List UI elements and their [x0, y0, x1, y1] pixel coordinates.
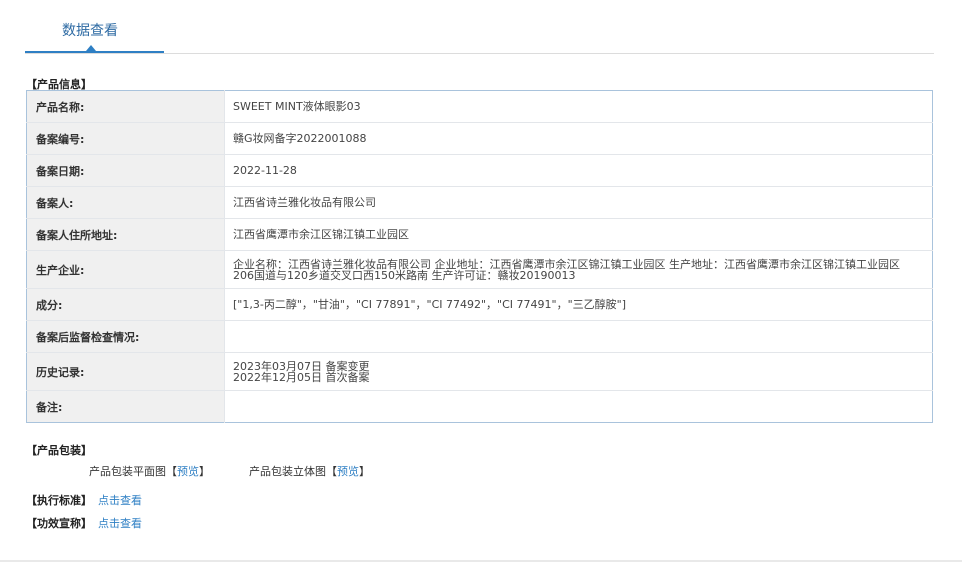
field-value-line: 2022-11-28	[233, 164, 297, 177]
field-value-line: 2023年03月07日 备案变更	[233, 359, 370, 373]
tab-active-indicator-icon	[86, 45, 96, 51]
table-row: 备案编号: 赣G妆网备字2022001088	[26, 122, 933, 155]
table-row: 产品名称: SWEET MINT液体眼影03	[26, 90, 933, 123]
field-value: 企业名称：江西省诗兰雅化妆品有限公司 企业地址：江西省鹰潭市余江区锦江镇工业园区…	[224, 250, 933, 289]
product-info-table: 产品名称: SWEET MINT液体眼影03 备案编号: 赣G妆网备字20220010…	[26, 90, 933, 423]
field-label: 备案日期:	[26, 154, 225, 187]
package-flat-row: 产品包装平面图【预览】	[89, 465, 210, 478]
field-label: 产品名称:	[26, 90, 225, 123]
field-label: 备注:	[26, 390, 225, 423]
section-title-product-package: 【产品包装】	[26, 444, 92, 457]
table-row: 备案后监督检查情况:	[26, 320, 933, 353]
table-row: 生产企业: 企业名称：江西省诗兰雅化妆品有限公司 企业地址：江西省鹰潭市余江区锦江…	[26, 250, 933, 289]
efficacy-view-link[interactable]: 点击查看	[98, 517, 142, 530]
field-label: 备案编号:	[26, 122, 225, 155]
field-label: 生产企业:	[26, 250, 225, 289]
field-value: ["1,3-丙二醇"，"甘油"，"CI 77891"，"CI 77492"，"C…	[224, 288, 933, 321]
table-row: 历史记录: 2023年03月07日 备案变更 2022年12月05日 首次备案	[26, 352, 933, 391]
field-label: 历史记录:	[26, 352, 225, 391]
table-row: 备案日期: 2022-11-28	[26, 154, 933, 187]
field-value: SWEET MINT液体眼影03	[225, 91, 933, 123]
standard-row: 【执行标准】 点击查看	[26, 492, 142, 508]
field-value-line: 206国道与120乡道交叉口西150米路南 生产许可证：赣妆20190013	[233, 268, 576, 282]
field-value: 赣G妆网备字2022001088	[224, 122, 933, 155]
standard-view-link[interactable]: 点击查看	[98, 494, 142, 507]
table-row: 成分: ["1,3-丙二醇"，"甘油"，"CI 77891"，"CI 77492"…	[26, 288, 933, 321]
table-row: 备案人住所地址: 江西省鹰潭市余江区锦江镇工业园区	[26, 218, 933, 251]
field-value-line: 江西省鹰潭市余江区锦江镇工业园区	[233, 228, 409, 241]
table-row: 备案人: 江西省诗兰雅化妆品有限公司	[26, 186, 933, 219]
field-value: 江西省诗兰雅化妆品有限公司	[224, 186, 933, 219]
field-label: 备案人住所地址:	[26, 218, 225, 251]
field-value-line: 江西省诗兰雅化妆品有限公司	[233, 196, 376, 209]
package-flat-label: 产品包装平面图	[89, 465, 166, 478]
field-value	[224, 320, 933, 353]
field-label: 备案人:	[26, 186, 225, 219]
package-3d-preview-link[interactable]: 预览	[337, 465, 359, 478]
table-row: 备注:	[26, 390, 933, 423]
tab-bar: 数据查看	[25, 0, 934, 54]
efficacy-row: 【功效宣称】 点击查看	[26, 515, 142, 531]
field-value-line: SWEET MINT液体眼影03	[233, 100, 361, 113]
tab-label: 数据查看	[62, 23, 118, 39]
package-3d-row: 产品包装立体图【预览】	[249, 465, 370, 478]
field-value-line: 2022年12月05日 首次备案	[233, 370, 370, 384]
field-value: 2022-11-28	[224, 154, 933, 187]
field-value-line: ["1,3-丙二醇"，"甘油"，"CI 77891"，"CI 77492"，"C…	[233, 298, 627, 311]
field-label: 备案后监督检查情况:	[26, 320, 225, 353]
tab-data-view[interactable]: 数据查看	[25, 0, 164, 53]
field-value-line: 赣G妆网备字2022001088	[233, 132, 367, 145]
field-value: 江西省鹰潭市余江区锦江镇工业园区	[224, 218, 933, 251]
field-value	[224, 390, 933, 423]
efficacy-title: 【功效宣称】	[26, 517, 92, 530]
standard-title: 【执行标准】	[26, 494, 92, 507]
package-flat-preview-link[interactable]: 预览	[177, 465, 199, 478]
field-value: 2023年03月07日 备案变更 2022年12月05日 首次备案	[224, 352, 933, 391]
field-value-line: 企业名称：江西省诗兰雅化妆品有限公司 企业地址：江西省鹰潭市余江区锦江镇工业园区…	[233, 257, 900, 271]
field-label: 成分:	[26, 288, 225, 321]
package-3d-label: 产品包装立体图	[249, 465, 326, 478]
